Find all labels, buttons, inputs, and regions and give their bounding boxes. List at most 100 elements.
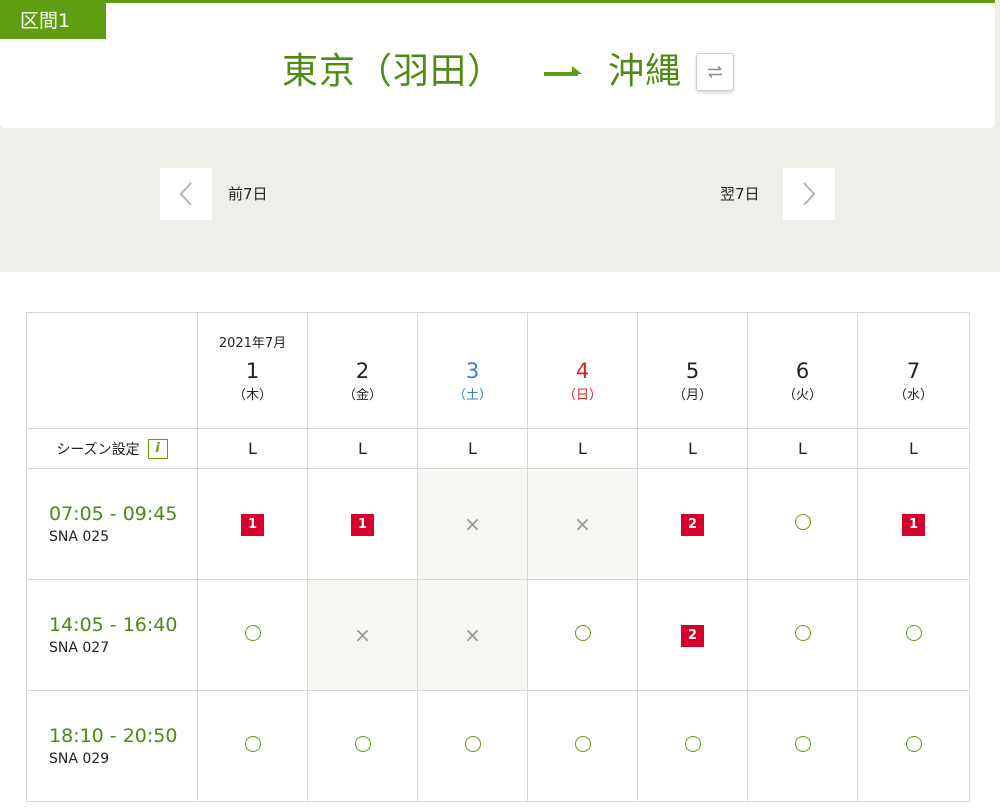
availability-cell-limited[interactable]: 2	[637, 579, 748, 691]
weekday-label: （水）	[893, 387, 933, 403]
circle-icon	[794, 625, 811, 641]
day-number: 5	[685, 358, 700, 383]
flight-number: SNA 025	[49, 529, 110, 545]
season-value: L	[857, 428, 970, 469]
availability-cell-unavailable: ×	[307, 579, 418, 691]
schedule-area: 2021年7月 1 （木） 2 （金） 3 （土） 4 （日） 5 （月） 6 …	[0, 272, 1000, 810]
date-col-7: 7 （水）	[857, 312, 970, 429]
seats-remaining-badge: 1	[241, 513, 264, 536]
availability-cell-available[interactable]	[747, 690, 858, 802]
availability-cell-available[interactable]	[417, 690, 528, 802]
weekday-label: （月）	[672, 387, 712, 403]
availability-cell-available[interactable]	[197, 579, 308, 691]
availability-cell-limited[interactable]: 1	[857, 468, 970, 580]
flight-time: 18:10 - 20:50	[49, 725, 178, 747]
swap-route-button[interactable]	[696, 53, 735, 91]
flight-number: SNA 029	[49, 751, 110, 767]
weekday-label: （日）	[562, 387, 602, 403]
route-card: 区間1 東京（羽田） 沖縄	[0, 0, 995, 128]
next-week-label[interactable]: 翌7日	[720, 184, 760, 204]
chevron-left-icon	[179, 182, 192, 206]
season-value: L	[527, 428, 638, 469]
availability-cell-limited[interactable]: 2	[637, 468, 748, 580]
schedule-table: 2021年7月 1 （木） 2 （金） 3 （土） 4 （日） 5 （月） 6 …	[26, 312, 970, 802]
availability-cell-unavailable: ×	[417, 468, 528, 580]
circle-icon	[244, 736, 261, 752]
day-number: 1	[245, 358, 260, 383]
flight-row: 18:10 - 20:50 SNA 029	[26, 690, 970, 802]
flight-time: 07:05 - 09:45	[49, 503, 178, 525]
circle-icon	[244, 625, 261, 641]
day-number: 7	[906, 358, 921, 383]
day-number: 2	[355, 358, 370, 383]
season-label-cell: シーズン設定 i	[26, 428, 198, 469]
weekday-label: （金）	[342, 387, 382, 403]
availability-cell-unavailable: ×	[417, 579, 528, 691]
circle-icon	[684, 736, 701, 752]
date-col-4: 4 （日）	[527, 312, 638, 429]
availability-cell-available[interactable]	[747, 579, 858, 691]
arrow-right-icon	[544, 66, 583, 76]
circle-icon	[794, 514, 811, 530]
season-row: シーズン設定 i L L L L L L L	[26, 428, 970, 469]
section-tag: 区間1	[0, 3, 106, 39]
month-label: 2021年7月	[218, 335, 287, 351]
date-col-1: 2021年7月 1 （木）	[197, 312, 308, 429]
chevron-right-icon	[803, 182, 816, 206]
availability-cell-available[interactable]	[527, 579, 638, 691]
seats-remaining-badge: 2	[681, 513, 704, 536]
availability-cell-available[interactable]	[197, 690, 308, 802]
date-col-5: 5 （月）	[637, 312, 748, 429]
swap-icon	[708, 65, 723, 79]
season-value: L	[197, 428, 308, 469]
seats-remaining-badge: 1	[351, 513, 374, 536]
seats-remaining-badge: 1	[902, 513, 925, 536]
availability-cell-available[interactable]	[637, 690, 748, 802]
cross-icon: ×	[354, 622, 371, 647]
season-value: L	[747, 428, 858, 469]
cross-icon: ×	[574, 511, 591, 536]
seats-remaining-badge: 2	[681, 624, 704, 647]
flight-row: 07:05 - 09:45 SNA 025 1 1 × × 2 1	[26, 468, 970, 580]
date-col-6: 6 （火）	[747, 312, 858, 429]
availability-cell-available[interactable]	[527, 690, 638, 802]
day-number: 4	[575, 358, 590, 383]
cross-icon: ×	[464, 622, 481, 647]
circle-icon	[905, 736, 922, 752]
circle-icon	[464, 736, 481, 752]
flight-time: 14:05 - 16:40	[49, 614, 178, 636]
circle-icon	[574, 736, 591, 752]
season-label: シーズン設定	[56, 441, 140, 458]
prev-week-label[interactable]: 前7日	[228, 184, 268, 204]
cross-icon: ×	[464, 511, 481, 536]
prev-week-button[interactable]	[160, 168, 212, 220]
availability-cell-available[interactable]	[747, 468, 858, 580]
flight-number: SNA 027	[49, 640, 110, 656]
day-number: 3	[465, 358, 480, 383]
season-value: L	[307, 428, 418, 469]
date-header-row: 2021年7月 1 （木） 2 （金） 3 （土） 4 （日） 5 （月） 6 …	[26, 312, 970, 429]
route-display: 東京（羽田） 沖縄	[282, 47, 735, 97]
info-icon[interactable]: i	[147, 438, 168, 459]
origin-city: 東京（羽田）	[282, 51, 505, 92]
destination-city: 沖縄	[608, 51, 683, 92]
flight-info-cell: 18:10 - 20:50 SNA 029	[26, 690, 198, 802]
flight-info-cell: 14:05 - 16:40 SNA 027	[26, 579, 198, 691]
weekday-label: （土）	[452, 387, 492, 403]
flight-row: 14:05 - 16:40 SNA 027 × × 2	[26, 579, 970, 691]
availability-cell-available[interactable]	[857, 579, 970, 691]
date-col-3: 3 （土）	[417, 312, 528, 429]
day-number: 6	[795, 358, 810, 383]
availability-cell-limited[interactable]: 1	[307, 468, 418, 580]
corner-cell	[26, 312, 198, 429]
availability-cell-available[interactable]	[307, 690, 418, 802]
flight-info-cell: 07:05 - 09:45 SNA 025	[26, 468, 198, 580]
circle-icon	[574, 625, 591, 641]
next-week-button[interactable]	[783, 168, 835, 220]
weekday-label: （火）	[782, 387, 822, 403]
season-value: L	[417, 428, 528, 469]
date-col-2: 2 （金）	[307, 312, 418, 429]
availability-cell-limited[interactable]: 1	[197, 468, 308, 580]
circle-icon	[905, 625, 922, 641]
availability-cell-available[interactable]	[857, 690, 970, 802]
